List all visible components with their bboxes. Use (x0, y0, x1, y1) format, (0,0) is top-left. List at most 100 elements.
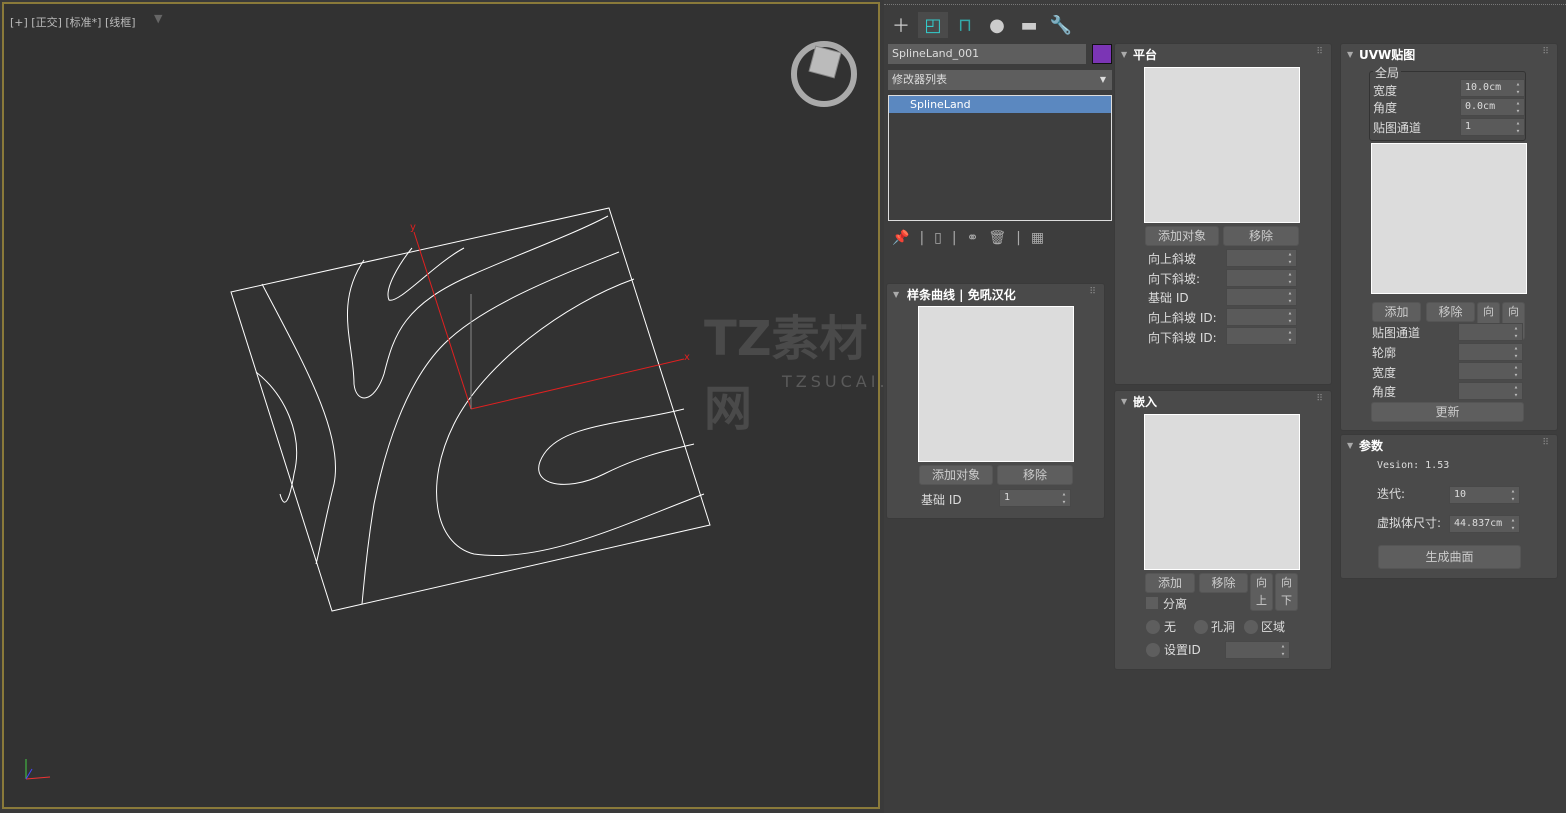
map-channel-label: 贴图通道 (1373, 121, 1422, 135)
ramp-up-label: 向上斜坡 (1148, 252, 1197, 266)
stack-toolbar[interactable]: 📌|▯|⚭🗑|▦ (892, 230, 1054, 246)
pin-stack-icon: 📌 (892, 230, 920, 246)
base-id-spinner[interactable]: 1 (999, 489, 1071, 507)
tab-create[interactable]: ＋ (886, 12, 916, 38)
spline-curve (361, 251, 620, 605)
ramp-up-id-spinner[interactable] (1226, 308, 1297, 326)
platform-list[interactable] (1144, 67, 1300, 223)
modifier-stack[interactable]: SplineLand (888, 95, 1112, 221)
rollout-title[interactable]: 平台 (1133, 46, 1157, 63)
remove-button[interactable]: 移除 (1223, 226, 1299, 246)
move-down-button[interactable]: 向下 (1275, 573, 1298, 611)
proxy-size-spinner[interactable]: 44.837cm (1449, 515, 1520, 533)
add-button[interactable]: 添加 (1145, 573, 1195, 593)
item-angle-label: 角度 (1372, 385, 1397, 399)
base-id-spinner[interactable] (1226, 288, 1297, 306)
item-map-channel-spinner[interactable] (1458, 323, 1523, 341)
radio-set-id[interactable] (1146, 643, 1160, 657)
embed-list[interactable] (1144, 414, 1300, 570)
remove-button[interactable]: 移除 (997, 465, 1073, 485)
rollout-title[interactable]: 嵌入 (1133, 393, 1157, 410)
base-id-label: 基础 ID (921, 493, 962, 507)
width-label: 宽度 (1373, 84, 1398, 98)
iterations-label: 迭代: (1377, 487, 1406, 501)
radio-hole-label: 孔洞 (1211, 620, 1236, 634)
map-channel-label: 贴图通道 (1372, 326, 1421, 340)
iterations-spinner[interactable]: 10 (1449, 486, 1520, 504)
command-panel: ＋ ◰ ⊓ ● ▬ 🔧 SplineLand_001 修改器列表 ▼ Spline… (884, 0, 1566, 813)
stack-item-splineland[interactable]: SplineLand (889, 96, 1111, 113)
corner-x-axis (25, 776, 51, 780)
angle-spinner[interactable]: 0.0cm (1460, 98, 1525, 116)
ramp-down-spinner[interactable] (1226, 269, 1297, 287)
add-object-button[interactable]: 添加对象 (1145, 226, 1219, 246)
modifier-list-dropdown[interactable]: 修改器列表 ▼ (888, 70, 1112, 90)
add-button[interactable]: 添加 (1372, 302, 1421, 322)
outline-label: 轮廓 (1372, 346, 1397, 360)
radio-none[interactable] (1146, 620, 1160, 634)
tab-modify[interactable]: ◰ (918, 12, 948, 38)
rollout-title[interactable]: 样条曲线 | 免吼汉化 (907, 286, 1016, 303)
map-channel-spinner[interactable]: 1 (1460, 118, 1525, 136)
width-spinner[interactable]: 10.0cm (1460, 79, 1525, 97)
object-name-input[interactable]: SplineLand_001 (888, 44, 1086, 64)
configure-sets-icon: ▦ (1030, 230, 1055, 246)
move-up-button[interactable]: 向上 (1250, 573, 1273, 611)
show-end-result-icon: ▯ (934, 230, 952, 246)
spline-curve (387, 247, 465, 301)
set-id-spinner[interactable] (1225, 641, 1290, 659)
item-width-label: 宽度 (1372, 366, 1397, 380)
proxy-size-label: 虚拟体尺寸: (1377, 516, 1442, 530)
add-object-button[interactable]: 添加对象 (919, 465, 993, 485)
radio-hole[interactable] (1194, 620, 1208, 634)
outline-spinner[interactable] (1458, 343, 1523, 361)
version-text: Vesion: 1.53 (1377, 460, 1450, 471)
spline-rollout: ▼ 样条曲线 | 免吼汉化 ⠿ 添加对象 移除 基础 ID 1 (886, 283, 1105, 519)
y-axis-gizmo (413, 231, 472, 410)
remove-button[interactable]: 移除 (1199, 573, 1248, 593)
separate-label: 分离 (1163, 597, 1188, 611)
uvw-list[interactable] (1371, 143, 1527, 294)
remove-button[interactable]: 移除 (1426, 302, 1475, 322)
object-color-swatch[interactable] (1092, 44, 1112, 64)
spline-list[interactable] (918, 306, 1074, 462)
tab-motion[interactable]: ● (982, 12, 1012, 38)
params-rollout: ▼ 参数 ⠿ Vesion: 1.53 迭代: 10 虚拟体尺寸: 44.837… (1340, 434, 1558, 579)
viewport[interactable]: [+] [正交] [标准*] [线框] ▼ y x TZ素材网 TZSUCAI.… (2, 2, 934, 809)
generate-surface-button[interactable]: 生成曲面 (1378, 545, 1521, 569)
watermark: TZ素材网 (704, 311, 868, 437)
corner-z-axis (25, 768, 33, 780)
global-group-label: 全局 (1373, 64, 1402, 81)
item-angle-spinner[interactable] (1458, 382, 1523, 400)
ramp-down-id-spinner[interactable] (1226, 327, 1297, 345)
ramp-up-id-label: 向上斜坡 ID: (1148, 311, 1217, 325)
base-id-label: 基础 ID (1148, 291, 1189, 305)
uvw-rollout: ▼ UVW贴图 ⠿ 全局 宽度 10.0cm 角度 0.0cm 贴图通道 1 添… (1340, 43, 1558, 431)
viewcube (808, 45, 842, 79)
separate-checkbox[interactable] (1146, 597, 1158, 609)
spline-curve (346, 215, 609, 399)
remove-modifier-icon: 🗑 (988, 230, 1017, 246)
rollout-title[interactable]: 参数 (1359, 437, 1383, 454)
spline-curve (436, 278, 705, 557)
radio-region[interactable] (1244, 620, 1258, 634)
tab-display[interactable]: ▬ (1014, 12, 1044, 38)
spline-border (230, 207, 711, 612)
update-button[interactable]: 更新 (1371, 402, 1524, 422)
y-axis-label: y (410, 222, 416, 233)
set-id-label: 设置ID (1164, 643, 1201, 657)
ramp-down-label: 向下斜坡: (1148, 272, 1201, 286)
tab-hierarchy[interactable]: ⊓ (950, 12, 980, 38)
tab-utilities[interactable]: 🔧 (1046, 12, 1076, 38)
x-axis-label: x (684, 352, 690, 363)
rollout-title[interactable]: UVW贴图 (1359, 46, 1415, 63)
ramp-up-spinner[interactable] (1226, 249, 1297, 267)
make-unique-icon: ⚭ (966, 230, 989, 246)
angle-label: 角度 (1373, 101, 1398, 115)
ramp-down-id-label: 向下斜坡 ID: (1148, 331, 1217, 345)
radio-region-label: 区域 (1261, 620, 1286, 634)
platform-rollout: ▼ 平台 ⠿ 添加对象 移除 向上斜坡 向下斜坡: 基础 ID 向上斜坡 ID:… (1114, 43, 1332, 385)
radio-none-label: 无 (1164, 620, 1177, 634)
embed-rollout: ▼ 嵌入 ⠿ 添加 移除 向上 向下 分离 无 孔洞 区域 设置ID (1114, 390, 1332, 670)
item-width-spinner[interactable] (1458, 362, 1523, 380)
